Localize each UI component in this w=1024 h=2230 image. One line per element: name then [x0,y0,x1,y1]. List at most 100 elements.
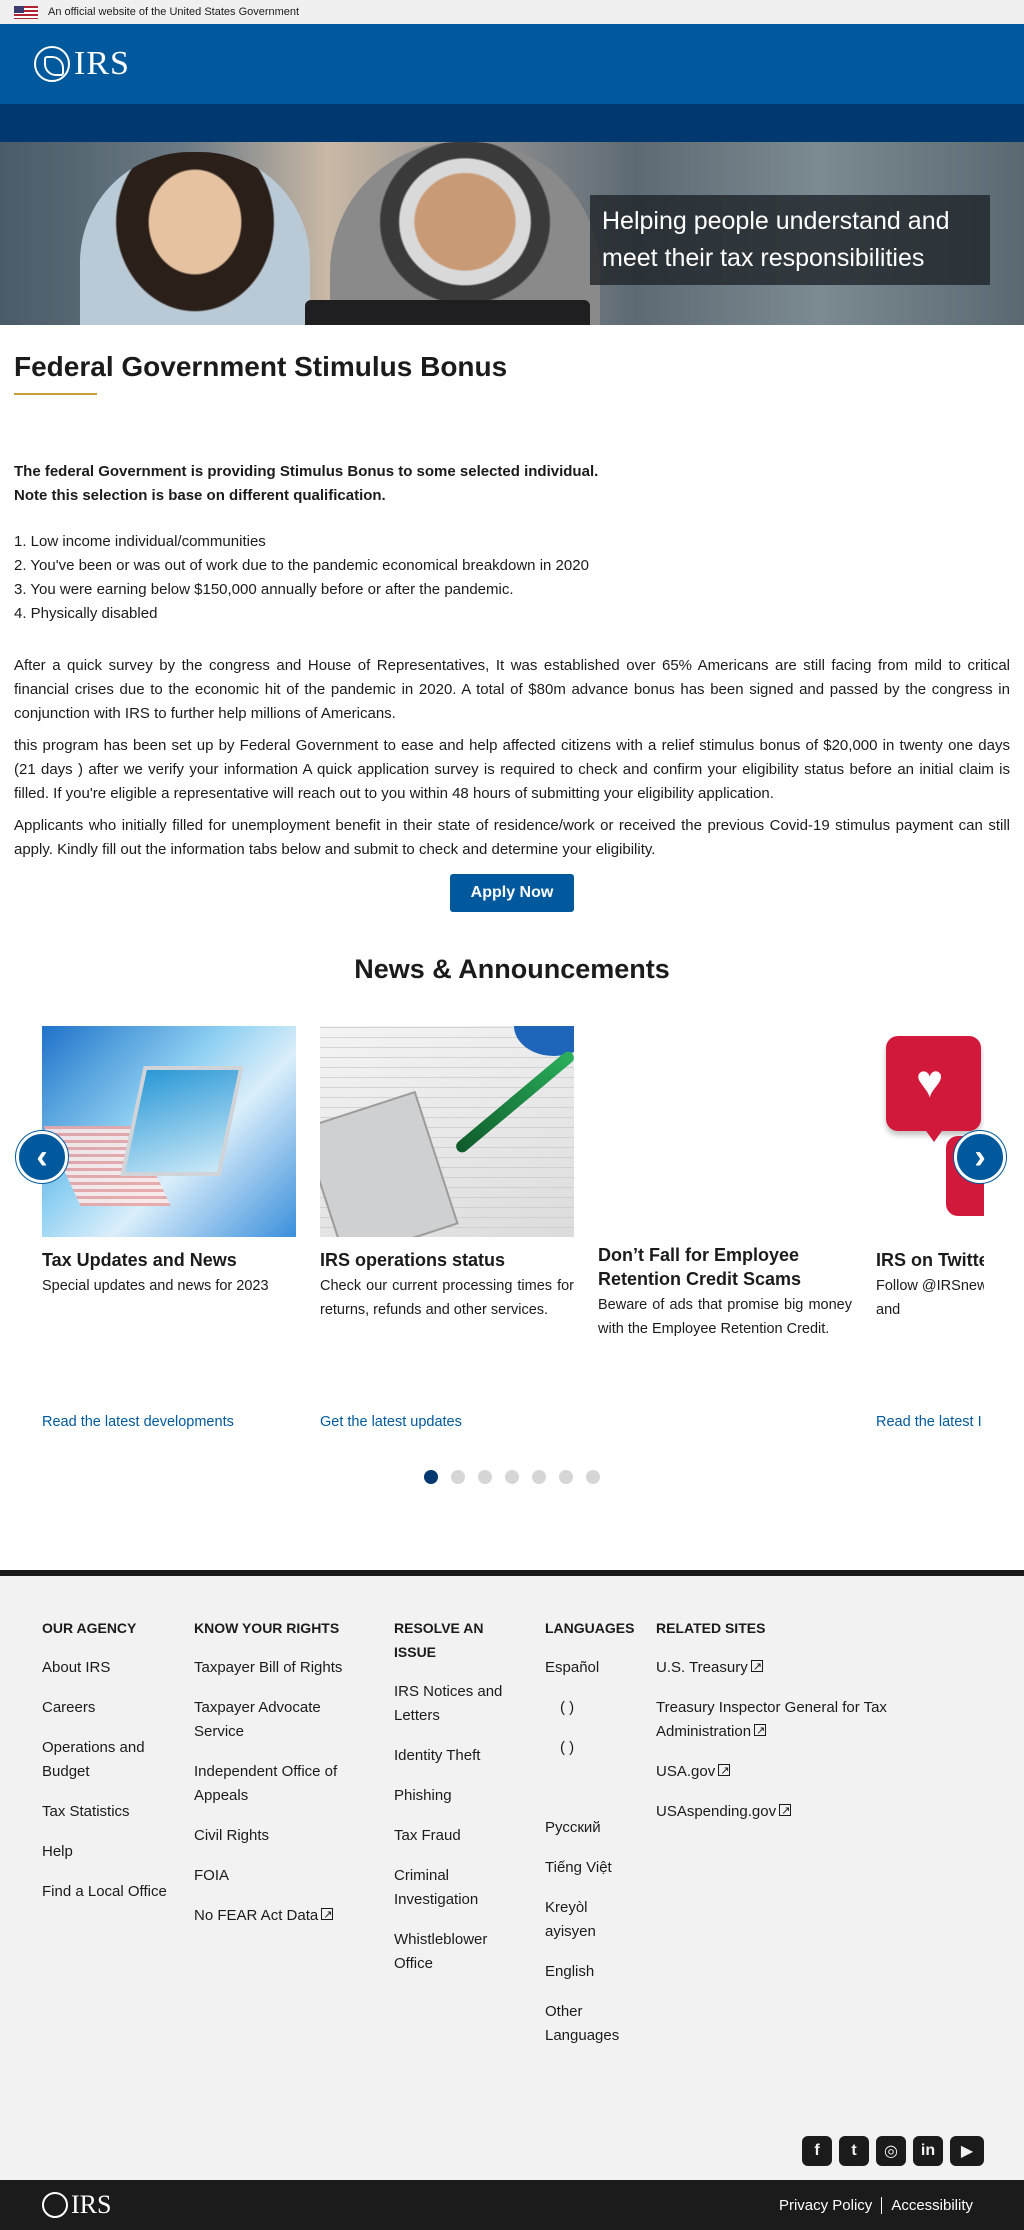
footer-link[interactable]: About IRS [42,1656,182,1680]
footer-link-label: No FEAR Act Data [194,1907,319,1924]
footer-logo-text: IRS [71,2190,112,2219]
news-card-link[interactable]: Read the latest developments [42,1414,234,1430]
irs-eagle-icon [34,46,70,82]
logo-text: IRS [74,45,130,82]
footer-link[interactable]: Taxpayer Advocate Service [194,1696,374,1744]
external-link-icon [321,1903,334,1927]
footer-link[interactable]: Tiếng Việt [545,1856,635,1880]
footer-link-label: USAspending.gov [656,1803,777,1820]
carousel-dot[interactable] [451,1470,465,1484]
footer-col-resolve-an-issue: RESOLVE AN ISSUE IRS Notices and Letters… [394,1616,514,1992]
footer-link[interactable]: Civil Rights [194,1824,374,1848]
footer-link[interactable]: Treasury Inspector General for Tax Admin… [656,1696,916,1744]
hero-photo-man [330,142,600,325]
footer-link[interactable]: Operations and Budget [42,1736,182,1784]
carousel-dot[interactable] [478,1470,492,1484]
apply-now-button[interactable]: Apply Now [449,874,575,912]
news-card-title[interactable]: IRS on Twitter [876,1248,984,1272]
us-flag-icon [14,5,38,19]
footer-link[interactable]: USAspending.gov [656,1799,916,1824]
legal-links: Privacy Policy Accessibility [770,2196,982,2214]
gov-banner: An official website of the United States… [0,0,1024,24]
footer-link[interactable]: ( ) [545,1736,635,1760]
news-card-clip: ♥ IRS on Twitter Follow @IRSnews for the… [876,1026,984,1486]
news-card-text: Follow @IRSnews for the latest news and [876,1278,984,1318]
news-card-link[interactable]: Get the latest updates [320,1414,462,1430]
external-link-icon [718,1759,731,1783]
carousel-dot[interactable] [559,1470,573,1484]
instagram-icon[interactable]: ◎ [876,2136,906,2166]
footer-heading: KNOW YOUR RIGHTS [194,1620,340,1636]
footer-link[interactable]: Criminal Investigation [394,1864,514,1912]
erc-scams-image [598,1026,852,1237]
hero-tagline: Helping people understand and meet their… [590,195,990,285]
operations-status-image [320,1026,574,1237]
applicants-paragraph: Applicants who initially filled for unem… [14,817,1010,858]
news-carousel: Tax Updates and News Special updates and… [0,1026,1024,1486]
footer-link[interactable]: USA.gov [656,1759,916,1784]
news-card-title[interactable]: IRS operations status [320,1248,574,1272]
footer-link[interactable]: Español [545,1656,635,1680]
footer-link[interactable]: Find a Local Office [42,1880,182,1904]
carousel-dot[interactable] [586,1470,600,1484]
footer-link[interactable]: IRS Notices and Letters [394,1680,514,1728]
footer-link[interactable]: Русский [545,1816,635,1840]
footer-heading: LANGUAGES [545,1620,635,1636]
hero-photo-woman [80,152,310,325]
footer-link[interactable]: Phishing [394,1784,514,1808]
facebook-icon[interactable]: f [802,2136,832,2166]
footer-link[interactable] [545,1776,635,1800]
footer-link[interactable]: Identity Theft [394,1744,514,1768]
chevron-left-icon: ‹ [36,1137,48,1176]
footer-link[interactable]: Help [42,1840,182,1864]
footer-link[interactable]: No FEAR Act Data [194,1903,374,1928]
tax-updates-image [42,1026,296,1237]
footer-link[interactable]: Other Languages [545,2000,635,2048]
footer-link[interactable]: Tax Fraud [394,1824,514,1848]
requirement-item: 2. You've been or was out of work due to… [14,557,589,574]
title-underline [14,393,97,395]
requirements-list: 1. Low income individual/communities 2. … [14,530,1010,626]
footer-link[interactable]: Independent Office of Appeals [194,1760,374,1808]
youtube-icon[interactable]: ▶ [950,2136,984,2166]
news-card-erc-scams: Don’t Fall for Employee Retention Credit… [598,1026,852,1341]
hero-photo-laptop [305,300,590,325]
news-card-title[interactable]: Don’t Fall for Employee Retention Credit… [598,1243,852,1291]
footer-link[interactable]: Tax Statistics [42,1800,182,1824]
footer-link[interactable]: FOIA [194,1864,374,1888]
carousel-prev-button[interactable]: ‹ [16,1131,68,1183]
footer-link[interactable]: ( ) [545,1696,635,1720]
irs-logo[interactable]: IRS [34,45,130,83]
carousel-dot[interactable] [532,1470,546,1484]
footer-irs-logo[interactable]: IRS [42,2190,111,2220]
privacy-policy-link[interactable]: Privacy Policy [770,2197,881,2214]
external-link-icon [750,1655,763,1679]
footer-link[interactable]: U.S. Treasury [656,1655,916,1680]
requirement-item: 4. Physically disabled [14,605,158,622]
carousel-dot[interactable] [505,1470,519,1484]
footer-link-label: USA.gov [656,1763,716,1780]
requirement-item: 1. Low income individual/communities [14,533,266,550]
news-card-link[interactable]: Read the latest I [876,1414,982,1430]
footer-col-our-agency: OUR AGENCY About IRS Careers Operations … [42,1616,182,1920]
footer-link[interactable]: Kreyòl ayisyen [545,1896,635,1944]
footer-link[interactable]: English [545,1960,635,1984]
intro-text: The federal Government is providing Stim… [14,460,1010,508]
intro-line-1: The federal Government is providing Stim… [14,463,599,480]
news-card-title[interactable]: Tax Updates and News [42,1248,296,1272]
footer-col-related-sites: RELATED SITES U.S. Treasury Treasury Ins… [656,1616,916,1840]
social-links: f t ◎ in ▶ [802,2136,984,2166]
carousel-next-button[interactable]: › [954,1131,1006,1183]
twitter-icon[interactable]: t [839,2136,869,2166]
survey-paragraph: After a quick survey by the congress and… [14,657,1010,722]
footer-link[interactable]: Careers [42,1696,182,1720]
twitter-image: ♥ [876,1026,984,1237]
main-nav-bar [0,104,1024,142]
accessibility-link[interactable]: Accessibility [881,2196,982,2214]
news-card-tax-updates: Tax Updates and News Special updates and… [42,1026,296,1430]
footer-link[interactable]: Whistleblower Office [394,1928,514,1976]
carousel-dot[interactable] [424,1470,438,1484]
external-link-icon [779,1799,792,1823]
linkedin-icon[interactable]: in [913,2136,943,2166]
footer-link[interactable]: Taxpayer Bill of Rights [194,1656,374,1680]
